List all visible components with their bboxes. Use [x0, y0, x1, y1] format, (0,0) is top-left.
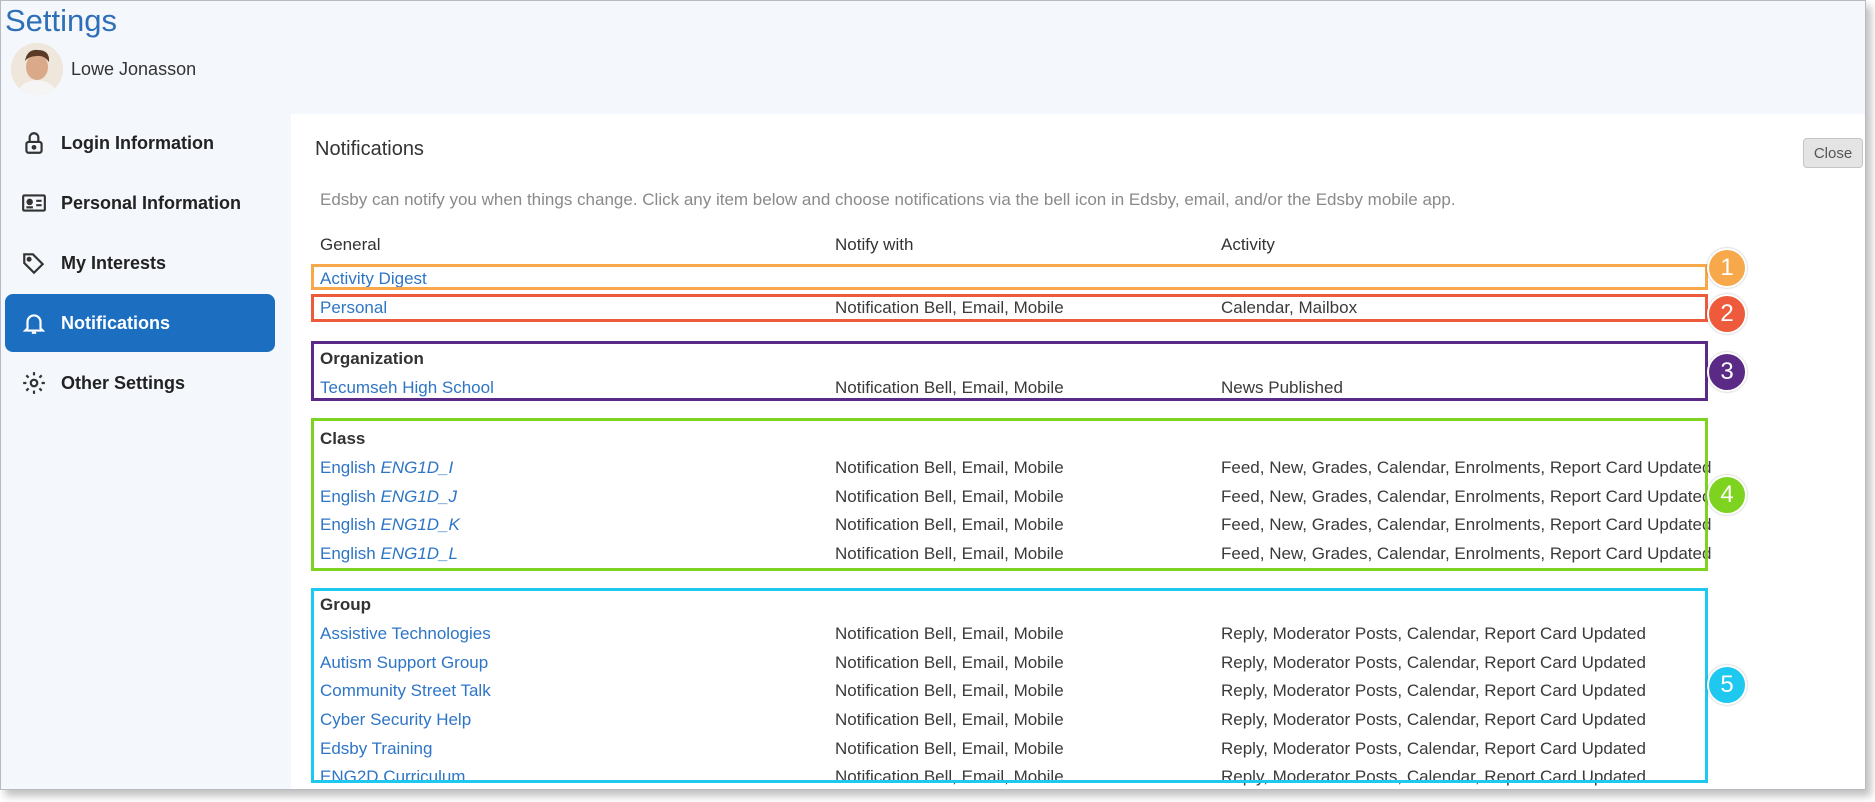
row-notify-with: Notification Bell, Email, Mobile [835, 681, 1064, 700]
sidebar-item-label: Login Information [61, 132, 214, 153]
row-notify-with: Notification Bell, Email, Mobile [835, 624, 1064, 643]
gear-icon [21, 370, 47, 396]
row-name-link[interactable]: English ENG1D_L [320, 544, 458, 564]
class-code: ENG1D_I [380, 458, 454, 477]
class-code: ENG1D_L [380, 544, 458, 563]
row-notify-with: Notification Bell, Email, Mobile [835, 739, 1064, 758]
class-code: ENG1D_K [380, 515, 460, 534]
sidebar-item-label: Personal Information [61, 192, 242, 213]
row-activity: News Published [1221, 378, 1343, 397]
sidebar-item-label: Notifications [61, 312, 171, 333]
row-notify-with: Notification Bell, Email, Mobile [835, 487, 1064, 506]
table-row[interactable]: Assistive Technologies Notification Bell… [291, 624, 1711, 652]
class-subject: English [320, 487, 381, 506]
row-activity: Reply, Moderator Posts, Calendar, Report… [1221, 739, 1646, 758]
row-name-link[interactable]: Personal [320, 298, 387, 318]
row-activity: Feed, New, Grades, Calendar, Enrolments,… [1221, 458, 1712, 477]
user-name: Lowe Jonasson [71, 59, 197, 79]
app-title: Settings [5, 3, 118, 38]
row-name-link[interactable]: Cyber Security Help [320, 710, 471, 730]
section-title-organization: Organization [320, 349, 424, 368]
row-name-link[interactable]: Assistive Technologies [320, 624, 491, 644]
avatar[interactable] [11, 43, 63, 95]
row-name-link[interactable]: English ENG1D_K [320, 515, 460, 535]
row-notify-with: Notification Bell, Email, Mobile [835, 767, 1064, 786]
sidebar-item-label: My Interests [61, 252, 167, 273]
class-subject: English [320, 515, 381, 534]
class-code: ENG1D_J [380, 487, 458, 506]
row-notify-with: Notification Bell, Email, Mobile [835, 544, 1064, 563]
row-name-link[interactable]: ENG2D Curriculum [320, 767, 465, 787]
row-activity: Feed, New, Grades, Calendar, Enrolments,… [1221, 487, 1712, 506]
table-row[interactable]: ENG2D Curriculum Notification Bell, Emai… [291, 767, 1711, 789]
callout-badge-1: 1 [1707, 248, 1747, 288]
table-row[interactable]: English ENG1D_I Notification Bell, Email… [291, 458, 1711, 486]
column-header-general: General [320, 235, 381, 254]
row-name-link[interactable]: Edsby Training [320, 739, 432, 759]
row-notify-with: Notification Bell, Email, Mobile [835, 515, 1064, 534]
row-activity: Reply, Moderator Posts, Calendar, Report… [1221, 624, 1646, 643]
sidebar-item-login-information[interactable]: Login Information [5, 114, 275, 172]
sidebar-item-other-settings[interactable]: Other Settings [5, 354, 275, 412]
id-card-icon [21, 190, 47, 216]
row-notify-with: Notification Bell, Email, Mobile [835, 653, 1064, 672]
settings-window: Settings Lowe Jonasson Login Information… [0, 0, 1866, 790]
row-activity: Reply, Moderator Posts, Calendar, Report… [1221, 653, 1646, 672]
table-row[interactable]: Edsby Training Notification Bell, Email,… [291, 739, 1711, 767]
row-activity: Feed, New, Grades, Calendar, Enrolments,… [1221, 515, 1712, 534]
sidebar-item-label: Other Settings [61, 372, 186, 393]
sidebar-item-personal-information[interactable]: Personal Information [5, 174, 275, 232]
table-row[interactable]: Community Street Talk Notification Bell,… [291, 681, 1711, 709]
table-row[interactable]: Autism Support Group Notification Bell, … [291, 653, 1711, 681]
page-title: Notifications [315, 138, 424, 160]
callout-badge-4: 4 [1707, 475, 1747, 515]
row-name-link[interactable]: Activity Digest [320, 269, 427, 289]
row-notify-with: Notification Bell, Email, Mobile [835, 458, 1064, 477]
row-notify-with: Notification Bell, Email, Mobile [835, 378, 1064, 397]
row-notify-with: Notification Bell, Email, Mobile [835, 710, 1064, 729]
bell-icon [21, 310, 47, 336]
column-header-notify-with: Notify with [835, 235, 914, 254]
section-title-class: Class [320, 429, 366, 448]
section-title-group: Group [320, 595, 371, 614]
table-row[interactable]: Cyber Security Help Notification Bell, E… [291, 710, 1711, 738]
callout-badge-2: 2 [1707, 294, 1747, 334]
row-name-link[interactable]: Autism Support Group [320, 653, 488, 673]
tag-icon [21, 250, 47, 276]
notifications-panel: Notifications Close Edsby can notify you… [291, 114, 1865, 789]
table-row[interactable]: Activity Digest [291, 269, 1711, 297]
row-notify-with: Notification Bell, Email, Mobile [835, 298, 1064, 317]
table-row[interactable]: Personal Notification Bell, Email, Mobil… [291, 298, 1711, 326]
row-name-link[interactable]: Community Street Talk [320, 681, 491, 701]
lock-icon [21, 130, 47, 156]
table-row[interactable]: English ENG1D_L Notification Bell, Email… [291, 544, 1711, 572]
callout-badge-3: 3 [1707, 352, 1747, 392]
row-activity: Reply, Moderator Posts, Calendar, Report… [1221, 767, 1646, 786]
class-subject: English [320, 458, 381, 477]
row-activity: Reply, Moderator Posts, Calendar, Report… [1221, 681, 1646, 700]
sidebar-item-notifications[interactable]: Notifications [5, 294, 275, 352]
row-name-link[interactable]: English ENG1D_J [320, 487, 457, 507]
close-button[interactable]: Close [1803, 138, 1863, 168]
row-activity: Feed, New, Grades, Calendar, Enrolments,… [1221, 544, 1712, 563]
row-activity: Calendar, Mailbox [1221, 298, 1358, 317]
sidebar: Login Information Personal Information M… [1, 114, 291, 414]
table-row[interactable]: English ENG1D_K Notification Bell, Email… [291, 515, 1711, 543]
sidebar-item-my-interests[interactable]: My Interests [5, 234, 275, 292]
class-subject: English [320, 544, 381, 563]
column-header-activity: Activity [1221, 235, 1275, 254]
row-name-link[interactable]: English ENG1D_I [320, 458, 453, 478]
table-row[interactable]: Tecumseh High School Notification Bell, … [291, 378, 1711, 406]
callout-badge-5: 5 [1707, 665, 1747, 705]
row-activity: Reply, Moderator Posts, Calendar, Report… [1221, 710, 1646, 729]
table-row[interactable]: English ENG1D_J Notification Bell, Email… [291, 487, 1711, 515]
description: Edsby can notify you when things change.… [320, 190, 1456, 209]
row-name-link[interactable]: Tecumseh High School [320, 378, 494, 398]
